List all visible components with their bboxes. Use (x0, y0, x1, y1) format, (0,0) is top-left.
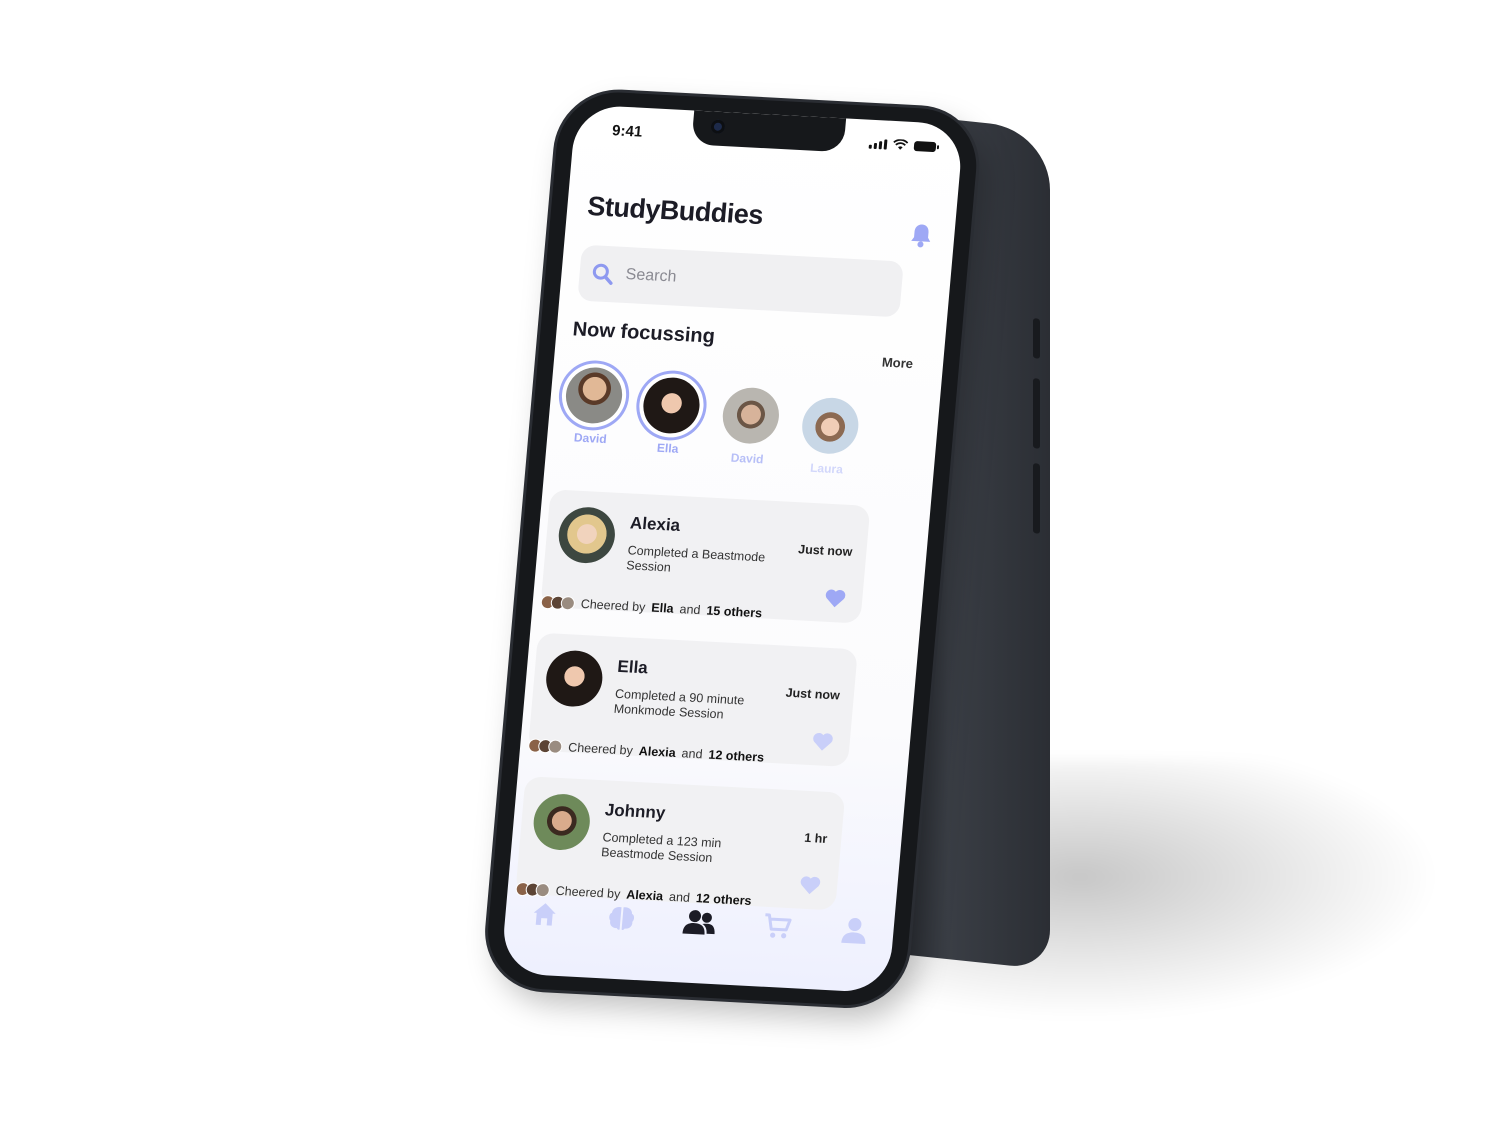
wifi-icon (893, 138, 909, 150)
tab-profile[interactable] (836, 913, 873, 949)
feed-user-name: Johnny (604, 800, 667, 823)
status-time: 9:41 (611, 122, 643, 141)
cheer-row: Cheered by Alexia and 12 others (527, 738, 765, 765)
heart-icon[interactable] (823, 588, 847, 609)
cheer-and: and (681, 746, 704, 762)
now-focussing-title: Now focussing (571, 318, 716, 348)
feed-activity: Completed a 90 minute Monkmode Session (613, 686, 745, 722)
cheer-row: Cheered by Ella and 15 others (540, 594, 763, 621)
signal-icon (868, 138, 888, 150)
tab-bar (500, 877, 896, 993)
focus-user-name: Ella (656, 440, 679, 456)
avatar-ring-active (636, 371, 707, 440)
profile-icon (841, 918, 866, 945)
cheer-others[interactable]: 15 others (706, 604, 763, 621)
cheer-avatars (540, 594, 576, 611)
focus-user-laura[interactable]: Laura (793, 392, 866, 477)
battery-icon (913, 140, 937, 152)
app-title: StudyBuddies (586, 191, 765, 231)
search-input[interactable] (622, 264, 869, 298)
focus-user-david[interactable]: David (557, 361, 630, 447)
now-focussing-list: David Ella David Laura (555, 361, 933, 481)
heart-icon[interactable] (811, 731, 835, 752)
feed-time: Just now (785, 685, 841, 703)
feed-activity: Completed a Beastmode Session (625, 543, 766, 575)
search-icon (592, 263, 613, 285)
focus-user-name: David (730, 450, 765, 467)
tab-focus[interactable] (603, 900, 640, 936)
notch (691, 110, 847, 153)
search-bar[interactable] (577, 244, 904, 318)
tab-shop[interactable] (759, 909, 796, 945)
feed-card[interactable]: Alexia Completed a Beastmode Session Jus… (540, 489, 871, 624)
avatar (531, 792, 593, 852)
avatar-ring-active (559, 361, 629, 429)
phone-mockup: 9:41 StudyBuddies Search Now focussing M… (479, 89, 1031, 1061)
feed-time: 1 hr (803, 830, 828, 846)
brain-icon (609, 906, 635, 930)
avatar (799, 396, 861, 456)
cheer-and: and (679, 602, 702, 618)
focus-user-name: Laura (809, 460, 844, 477)
status-icons (868, 138, 937, 152)
avatar (720, 386, 782, 446)
cheer-prefix: Cheered by (567, 740, 634, 758)
focus-user-david-2[interactable]: David (714, 382, 787, 467)
avatar (641, 376, 702, 435)
cheer-avatars (527, 738, 563, 755)
feed-card[interactable]: Ella Completed a 90 minute Monkmode Sess… (527, 632, 858, 767)
avatar (563, 366, 625, 425)
feed-activity: Completed a 123 min Beastmode Session (600, 830, 722, 865)
camera-icon (710, 119, 726, 135)
friends-icon (682, 910, 715, 935)
tab-friends[interactable] (681, 905, 718, 941)
cheer-name[interactable]: Alexia (638, 744, 676, 760)
volume-up-button (1033, 378, 1040, 449)
app-screen: 9:41 StudyBuddies Search Now focussing M… (500, 104, 965, 994)
feed-time: Just now (797, 542, 853, 560)
phone-frame: 9:41 StudyBuddies Search Now focussing M… (483, 89, 982, 1009)
feed-user-name: Ella (616, 656, 649, 678)
focus-user-ella[interactable]: Ella (634, 371, 707, 457)
focus-user-name: David (573, 430, 608, 447)
avatar-ring (716, 382, 786, 449)
side-button (1033, 318, 1040, 359)
tab-home[interactable] (526, 896, 563, 932)
cheer-prefix: Cheered by (580, 596, 647, 615)
more-link[interactable]: More (881, 355, 913, 372)
avatar (543, 649, 605, 708)
avatar (556, 505, 618, 565)
home-icon (533, 903, 556, 926)
cart-icon (764, 913, 792, 939)
avatar-ring (796, 392, 866, 459)
volume-down-button (1033, 463, 1040, 534)
cheer-others[interactable]: 12 others (708, 748, 765, 765)
bell-icon[interactable] (909, 222, 933, 249)
feed-user-name: Alexia (629, 513, 681, 536)
cheer-name[interactable]: Ella (651, 601, 674, 616)
